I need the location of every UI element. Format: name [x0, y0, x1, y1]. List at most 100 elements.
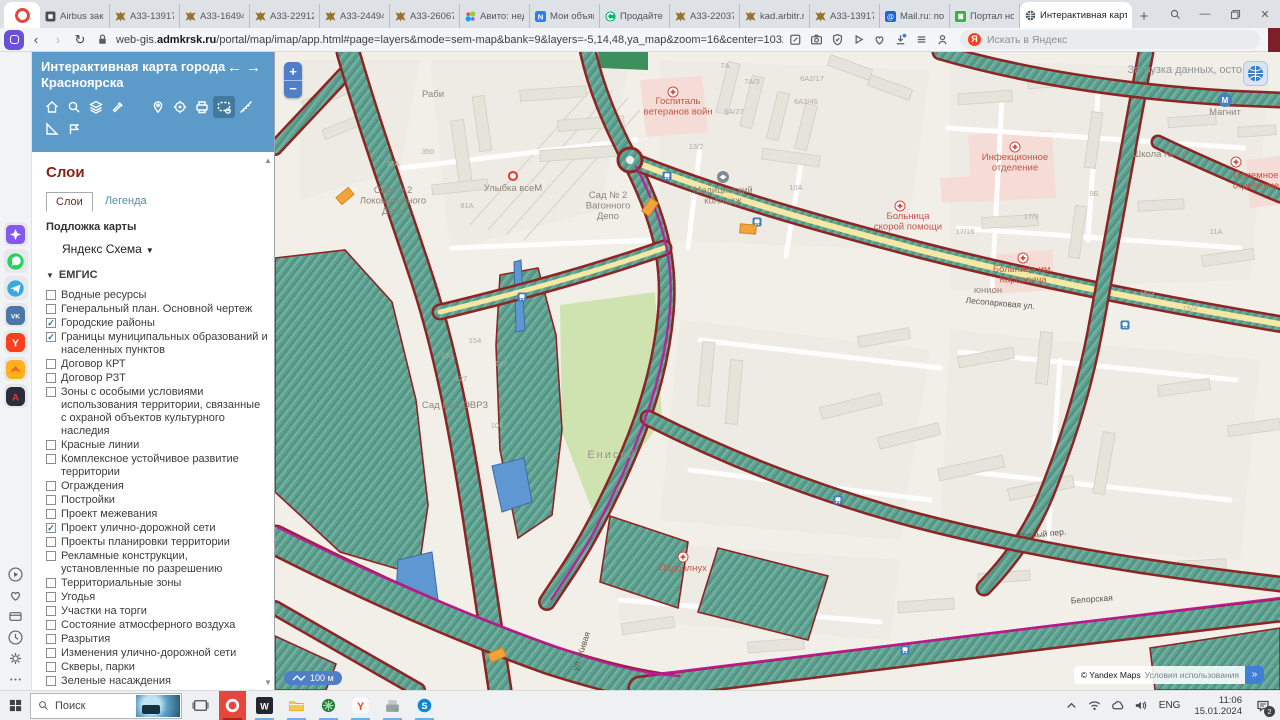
start-button[interactable] [0, 691, 30, 720]
card-icon[interactable] [5, 606, 27, 627]
new-tab-button[interactable]: + [1132, 4, 1156, 28]
panel-back-arrow[interactable]: ← [227, 59, 246, 76]
layer-checkbox[interactable] [46, 592, 56, 602]
layer-checkbox[interactable] [46, 304, 56, 314]
layer-checkbox[interactable] [46, 676, 56, 686]
layer-checkbox[interactable] [46, 606, 56, 616]
back-button[interactable]: ‹ [26, 30, 46, 50]
layer-checkbox[interactable] [46, 662, 56, 672]
word-taskbar-icon[interactable]: W [251, 691, 278, 720]
layer-checkbox[interactable]: ✓ [46, 318, 56, 328]
restore-button[interactable] [1222, 2, 1248, 26]
layer-checkbox[interactable] [46, 648, 56, 658]
explorer-taskbar-icon[interactable] [283, 691, 310, 720]
layer-checkbox[interactable] [46, 537, 56, 547]
browser-tab[interactable]: NМои объявле [530, 4, 600, 28]
hammer-tool-icon[interactable] [107, 96, 129, 118]
group-emgis[interactable]: ▼ЕМГИС [46, 269, 268, 281]
lock-icon[interactable] [92, 30, 112, 50]
layer-checkbox[interactable] [46, 454, 56, 464]
browser-tab[interactable]: @Mail.ru: почт [880, 4, 950, 28]
map-canvas[interactable]: МГоспитальветеранов войнМедицинскийколле… [275, 52, 1280, 690]
browser-tab[interactable]: А33-24494/20 [320, 4, 390, 28]
print-tool-icon[interactable] [191, 96, 213, 118]
browser-tab[interactable]: kad.arbitr.ru [740, 4, 810, 28]
expand-button[interactable]: » [1245, 666, 1264, 684]
edit-icon[interactable] [785, 30, 805, 50]
url-text[interactable]: web-gis.admkrsk.ru/portal/map/imap/app.h… [114, 34, 783, 46]
layer-checkbox[interactable] [46, 509, 56, 519]
green-taskbar-icon[interactable] [315, 691, 342, 720]
more-icon[interactable] [5, 669, 27, 690]
minimize-button[interactable]: — [1192, 2, 1218, 26]
layer-checkbox[interactable] [46, 359, 56, 369]
search-tool-icon[interactable] [63, 96, 85, 118]
browser-tab[interactable]: А33-22037/20 [670, 4, 740, 28]
layer-checkbox[interactable]: ✓ [46, 332, 56, 342]
browser-tab[interactable]: Авито: недви [460, 4, 530, 28]
reload-button[interactable]: ↻ [70, 30, 90, 50]
menu-icon[interactable] [911, 30, 931, 50]
yandexb-taskbar-icon[interactable]: Y [347, 691, 374, 720]
avitoapp-app-icon[interactable]: A [4, 384, 28, 408]
ruler-tool-icon[interactable] [235, 96, 257, 118]
layer-checkbox[interactable] [46, 440, 56, 450]
forward-button[interactable]: › [48, 30, 68, 50]
aria-app-icon[interactable] [4, 222, 28, 246]
notification-center-button[interactable]: 2 [1250, 692, 1276, 720]
select-tool-icon[interactable] [213, 96, 235, 118]
history-icon[interactable] [5, 627, 27, 648]
whatsapp-app-icon[interactable] [4, 249, 28, 273]
gray-taskbar-icon[interactable] [379, 691, 406, 720]
brush-tool-icon[interactable] [63, 118, 85, 140]
download-icon[interactable] [890, 30, 910, 50]
terms-link[interactable]: Условия использования [1145, 670, 1239, 680]
browser-tab[interactable]: А33-13917/20 [110, 4, 180, 28]
skype-taskbar-icon[interactable]: S [411, 691, 438, 720]
layer-checkbox[interactable] [46, 373, 56, 383]
search-highlight-image[interactable] [136, 695, 180, 717]
tab-legend[interactable]: Легенда [96, 192, 156, 211]
chevron-tray-icon[interactable] [1061, 692, 1082, 720]
close-button[interactable]: ✕ [1252, 2, 1278, 26]
layer-checkbox[interactable] [46, 551, 56, 561]
layer-checkbox[interactable] [46, 290, 56, 300]
snapshot-icon[interactable] [806, 30, 826, 50]
browser-tab[interactable]: А33-16494/20 [180, 4, 250, 28]
layers-tool-icon[interactable] [85, 96, 107, 118]
taskbar-clock[interactable]: 11:06 15.01.2024 [1188, 695, 1248, 717]
keyboard-language[interactable]: ENG [1153, 700, 1187, 711]
heart-icon[interactable] [5, 585, 27, 606]
yandex-app-icon[interactable]: Y [4, 330, 28, 354]
pin-tool-icon[interactable] [147, 96, 169, 118]
market-app-icon[interactable] [4, 357, 28, 381]
workspace-icon[interactable] [4, 30, 24, 50]
globe-button[interactable] [1243, 61, 1268, 86]
browser-tab[interactable]: Интерактивная карта г [1020, 2, 1132, 28]
layer-checkbox[interactable] [46, 634, 56, 644]
tab-layers[interactable]: Слои [46, 192, 93, 212]
browser-tab[interactable]: Airbus закони [40, 4, 110, 28]
layer-checkbox[interactable] [46, 481, 56, 491]
scroll-up-arrow[interactable]: ▲ [264, 156, 272, 165]
volume-tray-icon[interactable] [1130, 692, 1151, 720]
layer-checkbox[interactable]: ✓ [46, 523, 56, 533]
bookmark-heart-icon[interactable] [869, 30, 889, 50]
setsquare-tool-icon[interactable] [41, 118, 63, 140]
opera-menu-button[interactable] [4, 2, 40, 28]
opera-taskbar-icon[interactable] [219, 691, 246, 720]
browser-tab[interactable]: Продайте ил [600, 4, 670, 28]
zoom-in-button[interactable]: + [284, 62, 302, 81]
target-tool-icon[interactable] [169, 96, 191, 118]
scroll-down-arrow[interactable]: ▼ [264, 678, 272, 687]
wifi-tray-icon[interactable] [1084, 692, 1105, 720]
flow-icon[interactable] [848, 30, 868, 50]
layer-checkbox[interactable] [46, 495, 56, 505]
panel-forward-arrow[interactable]: → [246, 59, 265, 76]
taskbar-search-box[interactable]: Поиск [30, 693, 182, 719]
basemap-dropdown[interactable]: Яндекс Схема▼ [62, 242, 268, 256]
map-scale-control[interactable]: 100 м [284, 671, 342, 685]
browser-tab[interactable]: А33-22912/20 [250, 4, 320, 28]
layer-checkbox[interactable] [46, 387, 56, 397]
cloud-tray-icon[interactable] [1107, 692, 1128, 720]
